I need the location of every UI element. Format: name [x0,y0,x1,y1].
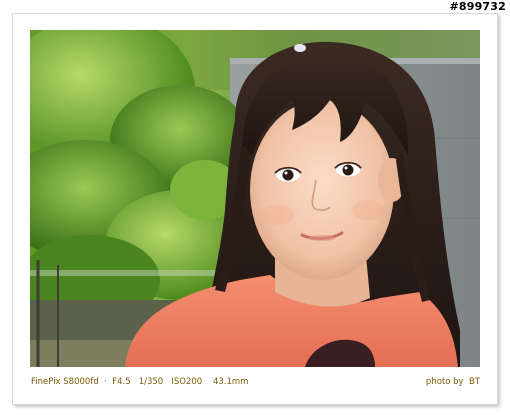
polaroid-canvas: #899732 FinePix S8000fd · F4.5 1/350 ISO… [0,0,510,417]
photo-credit: photo by BT [425,377,480,387]
portrait-image [30,30,480,367]
exif-caption: FinePix S8000fd · F4.5 1/350 ISO200 43.1… [31,377,249,387]
photo [30,30,480,367]
watermark-id: #899732 [449,0,506,13]
